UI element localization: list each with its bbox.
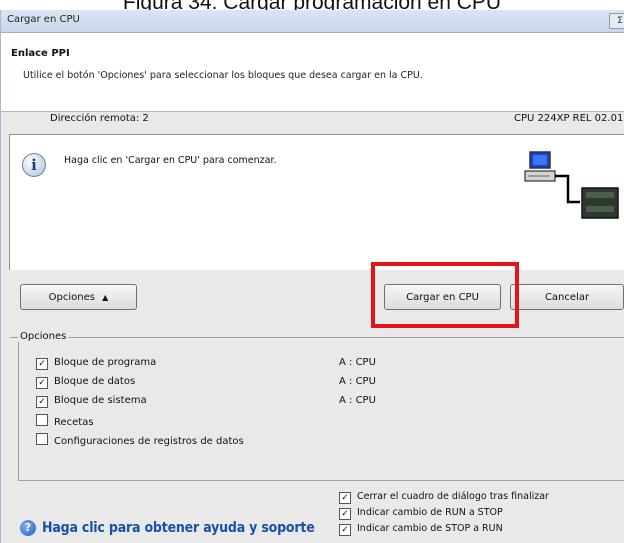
info-message: Haga clic en 'Cargar en CPU' para comenz… [64,155,277,166]
options-button[interactable]: Opciones ▲ [20,284,137,310]
help-link[interactable]: Haga clic para obtener ayuda y soporte [42,520,315,536]
title-bar: Cargar en CPU Σ [1,10,624,33]
checkbox[interactable] [36,414,48,426]
header-title: Enlace PPI [11,48,70,59]
options-group-separator [10,337,624,338]
pc-plc-connection-icon [524,151,619,219]
checkbox[interactable]: ✓ [36,377,48,389]
checkbox[interactable]: ✓ [339,524,351,536]
checkbox[interactable] [36,433,48,445]
data-block-destination: A : CPU [339,376,376,387]
cpu-version-label: CPU 224XP REL 02.01 [514,113,624,124]
option-data-log-configs[interactable]: Configuraciones de registros de datos [36,433,244,447]
window-title: Cargar en CPU [7,14,80,25]
program-block-destination: A : CPU [339,357,376,368]
highlight-box [371,262,519,328]
info-icon: i [22,153,46,177]
option-program-block[interactable]: ✓ Bloque de programa [36,357,156,370]
option-system-block[interactable]: ✓ Bloque de sistema [36,395,147,408]
help-icon[interactable]: ? [20,520,36,536]
options-button-label: Opciones [48,292,95,303]
system-block-destination: A : CPU [339,395,376,406]
option-recipes[interactable]: Recetas [36,414,94,428]
checkbox[interactable]: ✓ [339,508,351,520]
checkbox[interactable]: ✓ [36,396,48,408]
option-data-block[interactable]: ✓ Bloque de datos [36,376,135,389]
dialog-header: Enlace PPI Utilice el botón 'Opciones' p… [1,33,624,112]
close-icon[interactable]: Σ [609,13,624,29]
checkbox[interactable]: ✓ [36,358,48,370]
close-dialog-after-option[interactable]: ✓ Cerrar el cuadro de diálogo tras finali… [339,491,549,504]
options-group-legend: Opciones [18,331,69,342]
chevron-up-icon: ▲ [102,293,109,302]
indicate-stop-to-run-option[interactable]: ✓ Indicar cambio de STOP a RUN [339,523,503,536]
checkbox[interactable]: ✓ [339,492,351,504]
cancel-button[interactable]: Cancelar [510,284,624,310]
remote-address-label: Dirección remota: 2 [50,113,149,124]
indicate-run-to-stop-option[interactable]: ✓ Indicar cambio de RUN a STOP [339,507,503,520]
header-subtitle: Utilice el botón 'Opciones' para selecci… [23,70,423,81]
